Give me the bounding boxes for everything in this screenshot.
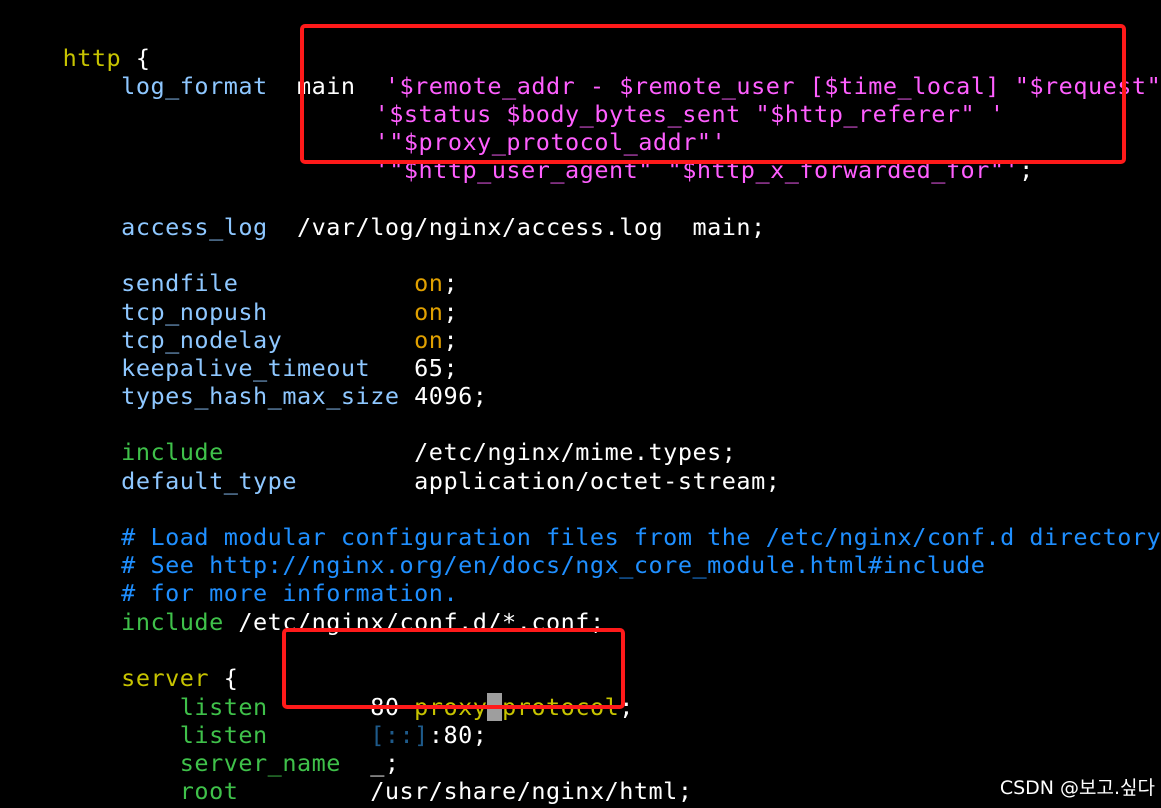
listen-ipv6-port: :80; [428,721,488,749]
default-type-value: application/octet-stream; [414,467,781,495]
code-line-types-hash: types_hash_max_size 4096; [4,354,487,410]
code-line-comment-2: # See http://nginx.org/en/docs/ngx_core_… [4,523,985,579]
code-line-keepalive: keepalive_timeout 65; [4,326,458,382]
log-format-highlight-box [300,24,1126,164]
code-line-server-name: server_name _; [4,721,400,777]
code-line-comment-1: # Load modular configuration files from … [4,495,1161,551]
code-line-tcp-nopush: tcp_nopush on; [4,270,458,326]
log-format-directive: log_format [62,72,268,100]
code-line-include-mime: include /etc/nginx/mime.types; [4,410,736,466]
code-line-root: root /usr/share/nginx/html; [4,749,692,805]
code-line-tcp-nodelay: tcp_nodelay on; [4,298,458,354]
code-line-access-log: access_log /var/log/nginx/access.log mai… [4,185,766,241]
csdn-watermark: CSDN @보고.싶다 [999,777,1155,799]
code-line-server: server { [4,636,238,692]
code-line-http: http { [4,16,150,72]
code-line-comment-3: # for more information. [4,551,458,607]
code-line-default-type: default_type application/octet-stream; [4,439,780,495]
listen-highlight-box [282,628,625,709]
root-directive: root [62,777,371,805]
access-log-directive: access_log [62,213,268,241]
code-line-include-confd: include /etc/nginx/conf.d/*.conf; [4,580,605,636]
terminal-window[interactable]: http { log_format main '$remote_addr - $… [0,0,1161,808]
code-line-sendfile: sendfile on; [4,241,458,297]
types-hash-directive: types_hash_max_size [62,382,415,410]
types-hash-value: 4096; [414,382,488,410]
default-type-directive: default_type [62,467,415,495]
root-value: /usr/share/nginx/html; [370,777,693,805]
access-log-value: /var/log/nginx/access.log main; [267,213,766,241]
include-keyword: include [62,608,224,636]
